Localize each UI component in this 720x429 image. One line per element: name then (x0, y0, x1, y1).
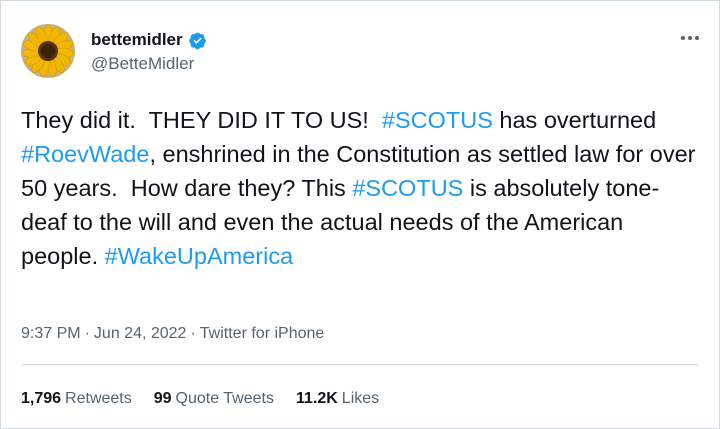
engagement-stats: 1,796 Retweets 99 Quote Tweets 11.2K Likes (21, 390, 401, 408)
retweets-stat[interactable]: 1,796 Retweets (21, 390, 132, 408)
quote-tweets-stat[interactable]: 99 Quote Tweets (154, 390, 274, 408)
sunflower-avatar[interactable] (21, 24, 75, 78)
meta-separator: · (190, 325, 196, 342)
retweets-count: 1,796 (21, 390, 62, 407)
more-options-icon[interactable] (677, 25, 703, 51)
likes-label: Likes (341, 390, 380, 407)
tweet-card: bettemidler @BetteMidler They did it. TH… (0, 0, 720, 429)
tweet-text-segment: has overturned (492, 107, 663, 133)
hashtag-link[interactable]: #SCOTUS (382, 107, 493, 133)
hashtag-link[interactable]: #RoevWade (21, 141, 149, 167)
likes-count: 11.2K (295, 390, 338, 407)
user-handle[interactable]: @BetteMidler (91, 54, 194, 74)
quote-tweets-label: Quote Tweets (175, 390, 274, 407)
tweet-metadata: 9:37 PM · Jun 24, 2022 · Twitter for iPhone (21, 325, 324, 343)
hashtag-link[interactable]: #WakeUpAmerica (105, 243, 294, 269)
hashtag-link[interactable]: #SCOTUS (352, 175, 463, 201)
tweet-text-segment: They did it. THEY DID IT TO US! (21, 107, 382, 133)
tweet-text: They did it. THEY DID IT TO US! #SCOTUS … (21, 103, 701, 273)
quote-tweets-count: 99 (153, 390, 172, 407)
likes-stat[interactable]: 11.2K Likes (296, 390, 379, 408)
tweet-source[interactable]: Twitter for iPhone (200, 325, 325, 342)
divider (21, 364, 699, 365)
retweets-label: Retweets (65, 390, 132, 407)
meta-separator: · (84, 325, 90, 342)
verified-badge-icon (188, 31, 207, 50)
tweet-date[interactable]: Jun 24, 2022 (94, 325, 187, 342)
tweet-time[interactable]: 9:37 PM (21, 325, 81, 342)
display-name-text[interactable]: bettemidler (91, 30, 183, 50)
display-name[interactable]: bettemidler (91, 30, 207, 50)
